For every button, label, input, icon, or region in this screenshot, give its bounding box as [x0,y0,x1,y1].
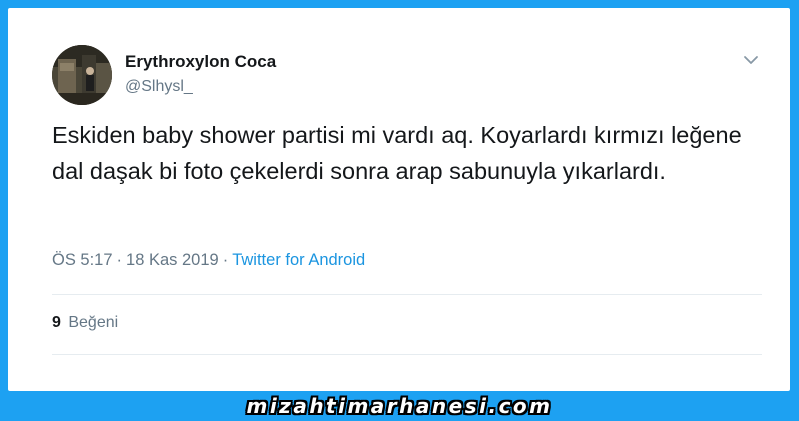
tweet-source-link[interactable]: Twitter for Android [232,251,365,269]
likes-label: Beğeni [68,314,119,331]
likes-count: 9 [52,314,61,331]
meta-separator: · [116,251,123,269]
tweet-time[interactable]: ÖS 5:17 [52,251,113,269]
tweet-date[interactable]: 18 Kas 2019 [126,251,219,269]
divider [52,294,762,295]
author-display-name[interactable]: Erythroxylon Coca [125,52,276,72]
avatar-photo [52,45,112,105]
chevron-down-icon[interactable] [742,53,760,67]
meta-separator: · [222,251,229,269]
avatar[interactable] [52,45,112,105]
tweet-metadata: ÖS 5:17 · 18 Kas 2019 · Twitter for Android [52,251,365,270]
tweet-text: Eskiden baby shower partisi mi vardı aq.… [52,122,742,184]
tweet-card: Erythroxylon Coca @Slhysl_ Eskiden baby … [8,8,790,391]
divider [52,354,762,355]
likes-stat[interactable]: 9 Beğeni [52,314,118,332]
author-handle[interactable]: @Slhysl_ [125,78,193,96]
site-watermark: mizahtimarhanesi.com [246,394,553,418]
